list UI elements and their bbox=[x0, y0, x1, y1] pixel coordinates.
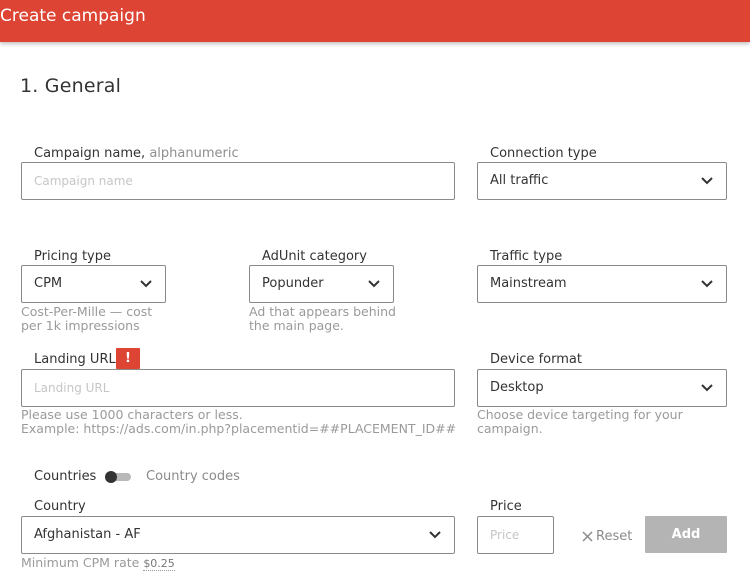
landing-url-input[interactable] bbox=[22, 370, 454, 406]
connection-type-select[interactable]: All traffic bbox=[477, 162, 727, 200]
section-title: 1. General bbox=[20, 75, 122, 97]
device-format-label: Device format bbox=[490, 352, 582, 367]
landing-url-help: Please use 1000 characters or less. Exam… bbox=[21, 407, 457, 436]
adunit-category-label: AdUnit category bbox=[262, 249, 367, 264]
adunit-category-help: Ad that appears behind the main page. bbox=[249, 304, 396, 333]
reset-button-label: Reset bbox=[596, 528, 633, 544]
traffic-type-select[interactable]: Mainstream bbox=[477, 265, 727, 303]
traffic-type-value: Mainstream bbox=[490, 276, 567, 291]
country-label: Country bbox=[34, 499, 86, 514]
chevron-down-icon bbox=[701, 280, 713, 288]
reset-button[interactable]: Reset bbox=[582, 526, 632, 546]
adunit-category-select[interactable]: Popunder bbox=[249, 265, 394, 303]
campaign-name-hint: alphanumeric bbox=[149, 146, 239, 161]
chevron-down-icon bbox=[701, 384, 713, 392]
minimum-cpm-value: $0.25 bbox=[143, 557, 175, 571]
adunit-category-value: Popunder bbox=[262, 276, 324, 291]
campaign-name-label: Campaign name, alphanumeric bbox=[34, 146, 239, 161]
page-title: Create campaign bbox=[0, 6, 146, 26]
campaign-name-input[interactable] bbox=[22, 163, 454, 199]
chevron-down-icon bbox=[140, 280, 152, 288]
device-format-help: Choose device targeting for your campaig… bbox=[477, 407, 683, 436]
country-value: Afghanistan - AF bbox=[34, 527, 141, 542]
device-format-value: Desktop bbox=[490, 380, 544, 395]
pricing-type-select[interactable]: CPM bbox=[21, 265, 166, 303]
chevron-down-icon bbox=[701, 177, 713, 185]
country-select[interactable]: Afghanistan - AF bbox=[21, 516, 455, 554]
price-input[interactable] bbox=[478, 517, 553, 553]
connection-type-value: All traffic bbox=[490, 173, 549, 188]
minimum-cpm-rate: Minimum CPM rate $0.25 bbox=[21, 555, 175, 571]
device-format-select[interactable]: Desktop bbox=[477, 369, 727, 407]
countries-toggle-label: Countries bbox=[34, 469, 97, 484]
traffic-type-label: Traffic type bbox=[490, 249, 563, 264]
landing-url-label: Landing URL bbox=[34, 352, 116, 367]
landing-url-field[interactable] bbox=[21, 369, 455, 407]
pricing-type-help: Cost-Per-Mille — cost per 1k impressions bbox=[21, 304, 153, 333]
alert-icon: ! bbox=[116, 348, 140, 369]
countries-codes-toggle[interactable] bbox=[105, 471, 131, 483]
chevron-down-icon bbox=[368, 280, 380, 288]
price-label: Price bbox=[490, 499, 522, 514]
price-field[interactable] bbox=[477, 516, 554, 554]
pricing-type-value: CPM bbox=[34, 276, 63, 291]
campaign-name-field[interactable] bbox=[21, 162, 455, 200]
add-button[interactable]: Add bbox=[645, 516, 727, 553]
pricing-type-label: Pricing type bbox=[34, 249, 111, 264]
toggle-knob bbox=[105, 471, 117, 483]
close-icon bbox=[582, 530, 593, 542]
country-codes-toggle-label: Country codes bbox=[146, 469, 240, 484]
app-header: Create campaign bbox=[0, 0, 750, 42]
connection-type-label: Connection type bbox=[490, 146, 597, 161]
chevron-down-icon bbox=[429, 531, 441, 539]
